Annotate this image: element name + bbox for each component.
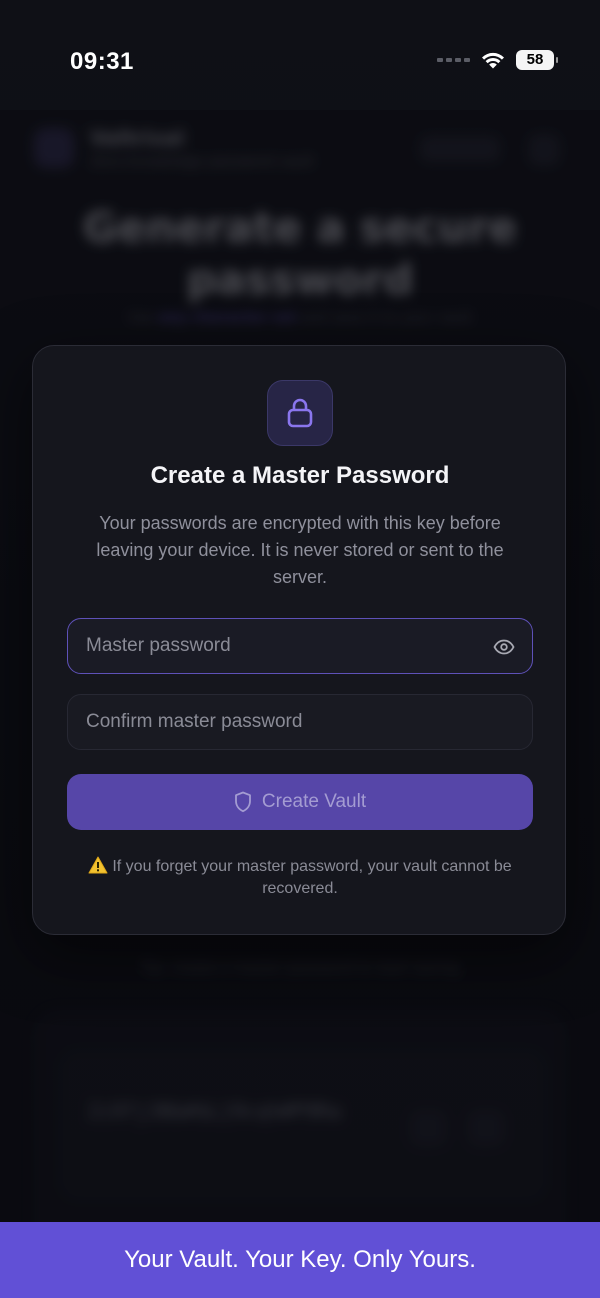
master-password-modal: Create a Master Password Your passwords … <box>32 345 566 935</box>
master-password-field[interactable] <box>67 618 533 674</box>
confirm-password-input[interactable] <box>86 695 486 749</box>
warning-text: If you forget your master password, your… <box>112 858 512 897</box>
banner-text: Your Vault. Your Key. Only Yours. <box>124 1246 476 1273</box>
lock-icon <box>267 380 333 446</box>
status-time: 09:31 <box>70 48 134 75</box>
cellular-signal-icon <box>437 58 470 62</box>
status-icons: 58 <box>437 50 558 70</box>
status-bar: 09:31 58 <box>0 0 600 110</box>
confirm-password-field[interactable] <box>67 694 533 750</box>
modal-description: Your passwords are encrypted with this k… <box>96 513 504 587</box>
create-vault-label: Create Vault <box>261 791 367 812</box>
create-vault-button[interactable]: Create Vault <box>67 774 533 830</box>
wifi-icon <box>482 52 504 69</box>
app-screen: 09:31 58 Valtrixal Zero-knowledge passwo… <box>0 0 600 1298</box>
tagline-banner: Your Vault. Your Key. Only Yours. <box>0 1222 600 1298</box>
modal-title: Create a Master Password <box>150 462 450 489</box>
battery-indicator: 58 <box>516 50 558 70</box>
eye-icon[interactable] <box>492 635 516 659</box>
master-password-input[interactable] <box>86 619 486 673</box>
warning-message: If you forget your master password, your… <box>73 856 527 900</box>
warning-icon <box>88 856 108 874</box>
shield-icon <box>234 791 251 813</box>
